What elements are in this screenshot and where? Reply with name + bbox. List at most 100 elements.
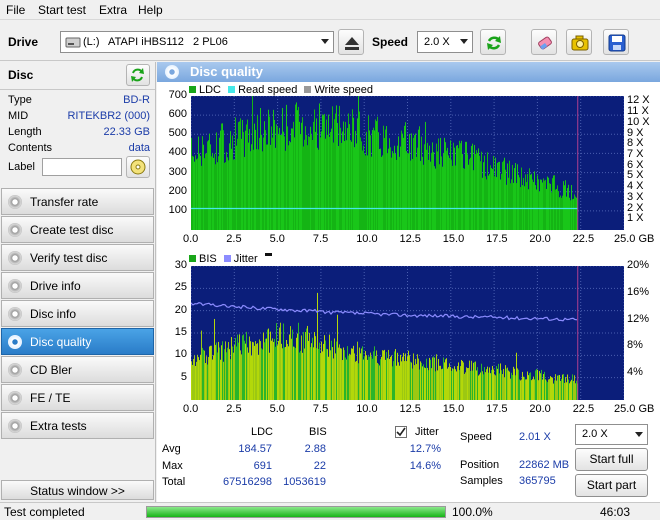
data-bar [296,337,297,400]
refresh-speed-button[interactable] [480,29,506,55]
data-bar [208,140,209,230]
save-button[interactable] [603,29,629,55]
status-window-label: Status window >> [30,484,125,498]
data-bar [388,349,389,400]
data-bar [249,129,250,230]
data-bar [465,141,466,230]
ldc-chart [191,96,624,230]
data-bar [562,374,563,400]
data-bar [409,133,410,230]
data-bar [303,331,304,400]
start-full-button[interactable]: Start full [575,448,648,471]
data-bar [390,356,391,400]
jitter-checkbox[interactable] [395,426,407,438]
nav-item-create-test-disc[interactable]: Create test disc [1,216,154,243]
data-bar [350,354,351,400]
stats-speed-value: 2.01 X [519,431,551,443]
data-bar [363,145,364,230]
data-bar [404,125,405,230]
data-bar [264,342,265,400]
data-bar [257,115,258,230]
start-part-button[interactable]: Start part [575,474,648,497]
data-bar [234,344,235,400]
data-bar [232,135,233,230]
data-bar [563,181,564,230]
data-bar [196,159,197,230]
nav-item-fe-te[interactable]: FE / TE [1,384,154,411]
data-bar [391,157,392,230]
data-bar [307,145,308,230]
speed-select[interactable]: 2.0 X [417,31,473,53]
data-bar [245,130,246,230]
data-bar [199,153,200,230]
data-bar [560,195,561,230]
screenshot-button[interactable] [566,29,592,55]
data-bar [448,367,449,400]
y-tick-label: 5 [180,370,187,383]
data-bar [456,371,457,400]
data-bar [206,153,207,230]
x-tick-label: 22.5 [572,233,595,245]
data-bar [360,137,361,230]
stats-max-label: Max [162,460,183,472]
menu-extra[interactable]: Extra [99,3,127,17]
data-bar [403,137,404,230]
data-bar [269,116,270,230]
data-bar [517,368,518,400]
drive-select[interactable]: (L:) ATAPI iHBS112 2 PL06 [60,31,334,53]
data-bar [323,115,324,230]
test-speed-select[interactable]: 2.0 X [575,424,648,445]
legend-bis: BIS [199,253,217,265]
nav-item-extra-tests[interactable]: Extra tests [1,412,154,439]
disc-contents-key: Contents [8,142,53,154]
data-bar [289,334,290,400]
data-bar [304,139,305,230]
disc-icon [8,223,22,237]
x-tick-label: 15.0 [442,233,465,245]
disc-contents-value: data [128,142,150,154]
data-bar [297,333,298,400]
data-bar [492,169,493,230]
nav-item-cd-bler[interactable]: CD Bler [1,356,154,383]
data-bar [320,353,321,400]
disc-label-input[interactable] [42,158,122,176]
data-bar [523,177,524,230]
data-bar [493,155,494,230]
data-bar [222,341,223,400]
data-bar [553,383,554,400]
data-bar [377,116,378,230]
nav-item-disc-info[interactable]: Disc info [1,300,154,327]
data-bar [351,348,352,400]
data-bar [214,318,215,400]
data-bar [536,189,537,230]
data-bar [477,152,478,230]
data-bar [202,347,203,400]
eject-button[interactable] [338,29,364,55]
refresh-disc-button[interactable] [126,64,150,86]
data-bar [464,168,465,230]
data-bar [439,365,440,400]
disc-label-button[interactable] [126,156,150,178]
data-bar [252,96,253,230]
menu-start-test[interactable]: Start test [38,3,86,17]
data-bar [530,372,531,400]
menu-bar: File Start test Extra Help [0,0,660,20]
data-bar [481,363,482,400]
nav-item-disc-quality[interactable]: Disc quality [1,328,154,355]
data-bar [443,357,444,400]
nav-item-drive-info[interactable]: Drive info [1,272,154,299]
data-bar [433,356,434,400]
disc-icon [8,363,22,377]
data-bar [422,366,423,400]
menu-file[interactable]: File [6,3,25,17]
erase-button[interactable] [531,29,557,55]
menu-help[interactable]: Help [138,3,163,17]
data-bar [267,144,268,230]
data-bar [523,376,524,400]
refresh-icon [131,68,144,82]
nav-item-verify-test-disc[interactable]: Verify test disc [1,244,154,271]
status-window-button[interactable]: Status window >> [1,480,154,500]
data-bar [238,122,239,230]
nav-item-transfer-rate[interactable]: Transfer rate [1,188,154,215]
progress-percent: 100.0% [452,505,493,519]
